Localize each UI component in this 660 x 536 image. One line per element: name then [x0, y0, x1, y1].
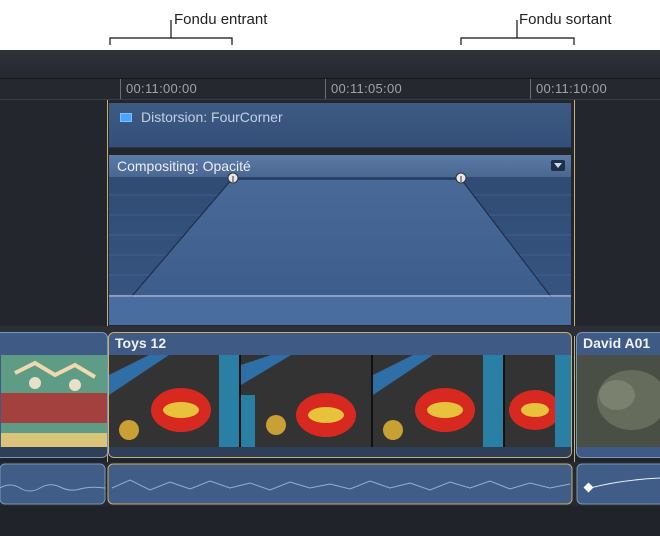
- toy-thumbnail: [505, 355, 571, 447]
- toy-thumbnail: [373, 355, 503, 447]
- clip-title: Toys 12: [115, 335, 167, 351]
- toy-thumbnail: [109, 355, 239, 447]
- clip-toys-12[interactable]: Toys 12: [108, 332, 572, 458]
- audio-track: [0, 462, 660, 506]
- effect-label: Distorsion: FourCorner: [141, 109, 283, 125]
- film-frame: [505, 355, 571, 447]
- filmstrip: [109, 355, 571, 447]
- fade-out-handle[interactable]: [455, 172, 467, 186]
- fade-out-bracket: [460, 20, 575, 45]
- clip-previous[interactable]: [0, 332, 108, 458]
- toolbar: [0, 50, 660, 79]
- audio-waveforms: [0, 463, 660, 505]
- toy-thumbnail: [241, 355, 371, 447]
- timecode-label: 00:11:10:00: [536, 81, 608, 96]
- opacity-animation-editor[interactable]: Compositing: Opacité: [109, 155, 571, 325]
- timecode-ruler[interactable]: 00:11:00:00 00:11:05:00 00:11:10:00: [0, 79, 660, 100]
- clip-title: David A01: [583, 335, 651, 351]
- opacity-curve: [109, 178, 571, 325]
- empty-timeline-area: [0, 506, 660, 536]
- clip-thumbnail: [0, 355, 107, 457]
- callout-brackets: [109, 20, 575, 45]
- effect-color-swatch: [120, 113, 132, 122]
- timeline-window: 00:11:00:00 00:11:05:00 00:11:10:00 Dist…: [0, 50, 660, 536]
- timecode-label: 00:11:00:00: [126, 81, 198, 96]
- film-frame: [373, 355, 505, 447]
- ruler-tick: [530, 79, 531, 99]
- fade-in-handle[interactable]: [227, 172, 239, 186]
- film-frame: [109, 355, 241, 447]
- ruler-tick: [325, 79, 326, 99]
- film-frame: [241, 355, 373, 447]
- clip-footer: [109, 447, 571, 457]
- ruler-tick: [120, 79, 121, 99]
- timecode-label: 00:11:05:00: [331, 81, 403, 96]
- effect-bar-fourcorner[interactable]: Distorsion: FourCorner: [109, 103, 571, 148]
- opacity-floor: [109, 297, 571, 325]
- fade-in-bracket: [109, 20, 233, 45]
- clip-david-a01[interactable]: David A01: [576, 332, 660, 458]
- clip-thumbnail: [577, 355, 660, 447]
